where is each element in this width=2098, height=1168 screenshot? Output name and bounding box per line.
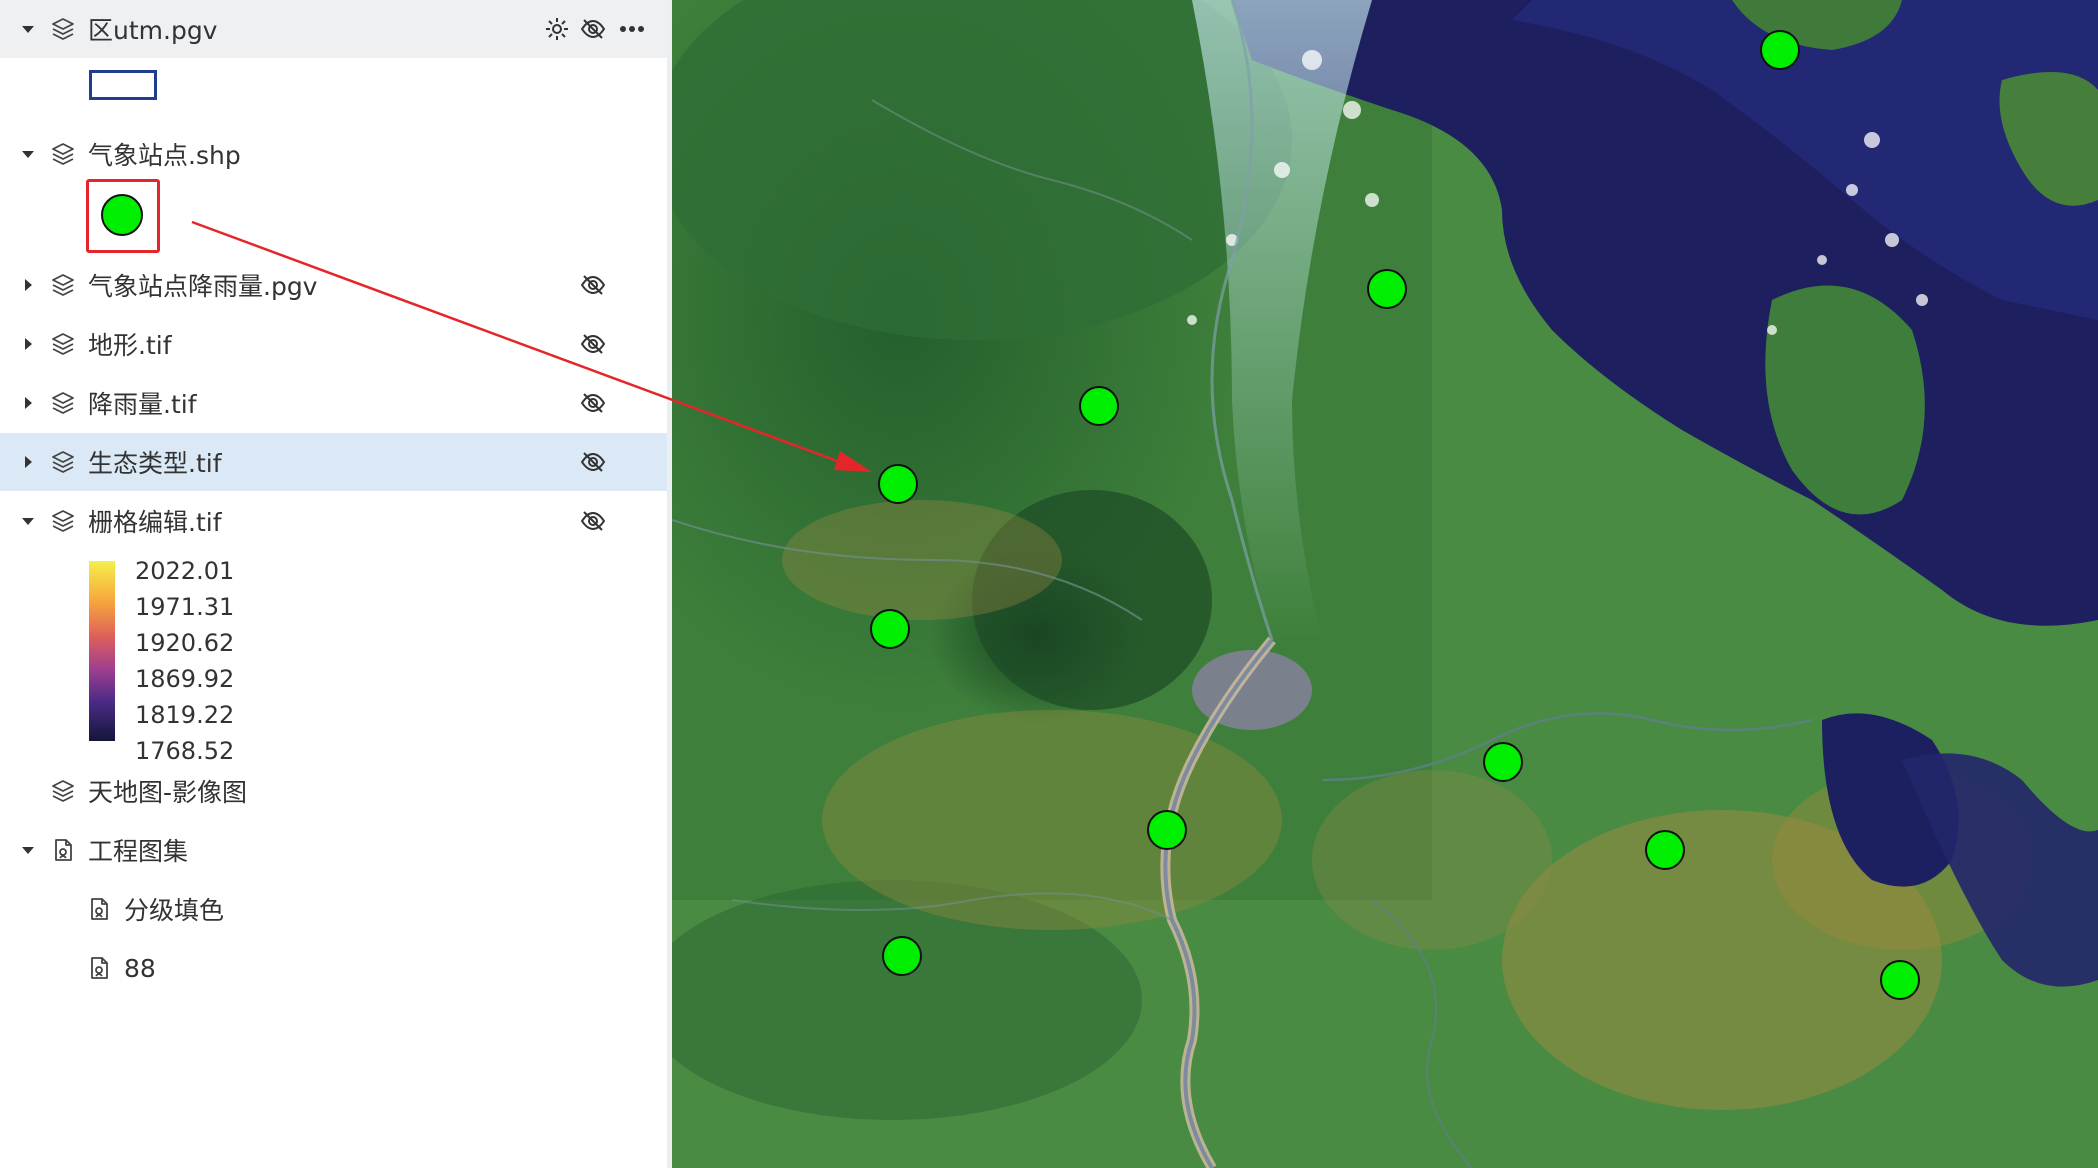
layer-row-basemap[interactable]: 天地图-影像图 — [0, 762, 667, 820]
caret-down-icon[interactable] — [20, 513, 36, 529]
ramp-value: 1869.92 — [135, 665, 235, 693]
layer-label: 栅格编辑.tif — [88, 508, 222, 537]
atlas-item-label: 88 — [124, 953, 156, 983]
ramp-value: 1768.52 — [135, 737, 235, 765]
caret-right-icon[interactable] — [20, 454, 36, 470]
polygon-symbol-swatch — [89, 70, 157, 100]
document-icon — [86, 955, 112, 981]
settings-icon[interactable] — [543, 15, 571, 43]
layer-row-station-rainfall[interactable]: 气象站点降雨量.pgv — [0, 256, 667, 314]
visibility-off-icon[interactable] — [579, 15, 607, 43]
layer-label: 降雨量.tif — [88, 390, 197, 419]
station-point[interactable] — [1367, 269, 1407, 309]
station-point[interactable] — [1645, 830, 1685, 870]
layer-row-terrain[interactable]: 地形.tif — [0, 315, 667, 373]
caret-down-icon[interactable] — [20, 842, 36, 858]
station-point[interactable] — [1760, 30, 1800, 70]
ramp-value: 1819.22 — [135, 701, 235, 729]
station-point[interactable] — [1147, 810, 1187, 850]
layers-icon — [50, 331, 76, 357]
station-point[interactable] — [882, 936, 922, 976]
visibility-off-icon[interactable] — [579, 330, 607, 358]
ramp-value: 2022.01 — [135, 557, 235, 585]
ramp-value: 1920.62 — [135, 629, 235, 657]
layer-row-raster-edit[interactable]: 栅格编辑.tif — [0, 492, 667, 550]
caret-right-icon[interactable] — [20, 336, 36, 352]
station-point[interactable] — [1483, 742, 1523, 782]
atlas-group-row[interactable]: 工程图集 — [0, 821, 667, 879]
color-ramp-legend — [89, 561, 115, 741]
layer-label: 气象站点.shp — [88, 141, 241, 170]
point-symbol-swatch[interactable] — [101, 194, 143, 236]
visibility-off-icon[interactable] — [579, 448, 607, 476]
layers-icon — [50, 272, 76, 298]
document-icon — [50, 837, 76, 863]
layer-label: 地形.tif — [88, 331, 172, 360]
map-view[interactable] — [672, 0, 2098, 1168]
layer-row-ecotype[interactable]: 生态类型.tif — [0, 433, 667, 491]
layer-panel: 区utm.pgv 气象站点.shp 气象站点降雨量.pgv 地形.tif 降雨量… — [0, 0, 667, 1168]
atlas-group-label: 工程图集 — [88, 837, 189, 866]
atlas-item-graded-fill[interactable]: 分级填色 — [0, 880, 667, 938]
atlas-item-88[interactable]: 88 — [0, 939, 667, 997]
caret-right-icon[interactable] — [20, 277, 36, 293]
atlas-item-label: 分级填色 — [124, 896, 225, 925]
satellite-basemap — [672, 0, 2098, 1168]
caret-down-icon[interactable] — [20, 21, 36, 37]
station-point[interactable] — [878, 464, 918, 504]
layer-label: 生态类型.tif — [88, 449, 222, 478]
caret-down-icon[interactable] — [20, 146, 36, 162]
station-point[interactable] — [1880, 960, 1920, 1000]
layer-label: 天地图-影像图 — [88, 778, 248, 807]
ramp-value: 1971.31 — [135, 593, 235, 621]
layer-row-district[interactable]: 区utm.pgv — [0, 0, 667, 58]
more-options-icon[interactable] — [618, 15, 646, 43]
layer-label: 区utm.pgv — [88, 16, 218, 45]
layers-icon — [50, 390, 76, 416]
layers-icon — [50, 449, 76, 475]
caret-right-icon[interactable] — [20, 395, 36, 411]
layer-row-stations[interactable]: 气象站点.shp — [0, 125, 667, 183]
visibility-off-icon[interactable] — [579, 389, 607, 417]
layers-icon — [50, 778, 76, 804]
visibility-off-icon[interactable] — [579, 507, 607, 535]
layers-icon — [50, 141, 76, 167]
visibility-off-icon[interactable] — [579, 271, 607, 299]
layer-row-rainfall[interactable]: 降雨量.tif — [0, 374, 667, 432]
layer-label: 气象站点降雨量.pgv — [88, 272, 318, 301]
layers-icon — [50, 508, 76, 534]
document-icon — [86, 896, 112, 922]
station-point[interactable] — [870, 609, 910, 649]
layers-icon — [50, 16, 76, 42]
station-point[interactable] — [1079, 386, 1119, 426]
